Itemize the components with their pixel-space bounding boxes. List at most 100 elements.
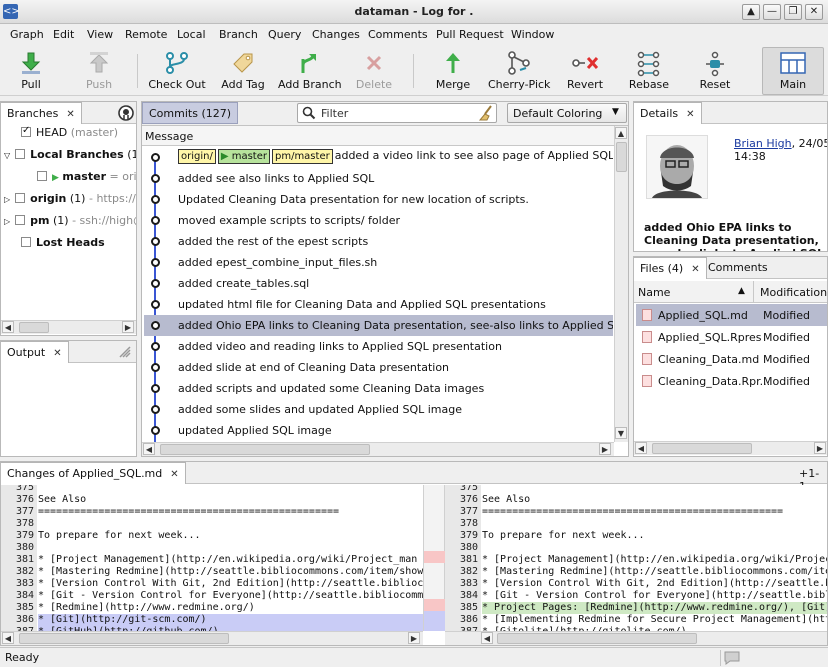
commit-row[interactable]: added slide at end of Cleaning Data pres… [144,357,613,378]
scroll-thumb[interactable] [616,142,627,172]
tree-item-pm[interactable]: ▷pm (1) - ssh://high@ [4,214,136,236]
tab-output[interactable]: Output ✕ [1,341,69,363]
tree-item-lost-heads[interactable]: Lost Heads [21,236,105,258]
checkbox[interactable] [21,237,31,247]
close-icon[interactable]: ✕ [686,109,694,120]
menu-changes[interactable]: Changes [312,28,360,41]
commit-row[interactable]: added create_tables.sql [144,273,613,294]
filter-input[interactable]: Filter [297,103,497,123]
menu-edit[interactable]: Edit [53,28,74,41]
file-row[interactable]: Applied_SQL.md Modified [636,304,827,326]
window-minimize-button[interactable]: — [763,4,781,20]
scroll-left-icon[interactable]: ◀ [2,632,14,644]
tab-commits[interactable]: Commits (127) [142,102,239,124]
diff-left-hscroll[interactable]: ◀ ▶ [1,631,423,645]
checkbox[interactable] [15,149,26,159]
file-row[interactable]: Applied_SQL.Rpres Modified [636,326,827,348]
push-button[interactable]: Push [78,46,120,96]
commit-row[interactable]: added Ohio EPA links to Cleaning Data pr… [144,315,613,336]
coloring-select[interactable]: Default Coloring ▼ [507,103,627,123]
menu-remote[interactable]: Remote [125,28,167,41]
menu-local[interactable]: Local [177,28,206,41]
menu-graph[interactable]: Graph [10,28,44,41]
window-maximize-button[interactable]: ❐ [784,4,802,20]
scroll-left-icon[interactable]: ◀ [481,632,493,644]
author-link[interactable]: Brian High [734,137,792,150]
tree-item-local-branches[interactable]: ▽Local Branches (1) [4,148,136,170]
commit-row[interactable]: origin/▶ master pm/master added a video li… [144,147,613,168]
scroll-right-icon[interactable]: ▶ [814,442,826,454]
close-icon[interactable]: ✕ [53,348,61,359]
merge-button[interactable]: Merge [434,46,472,96]
cherry-pick-button[interactable]: Cherry-Pick [488,46,550,96]
close-icon[interactable]: ✕ [691,264,699,275]
window-shade-button[interactable]: ▲ [742,4,760,20]
scroll-thumb[interactable] [652,443,752,454]
tab-details[interactable]: Details ✕ [634,102,702,124]
commit-row[interactable]: moved example scripts to scripts/ folder [144,210,613,231]
commits-vscroll[interactable]: ▲ ▼ [614,126,628,442]
scroll-left-icon[interactable]: ◀ [143,443,155,455]
broom-icon[interactable] [478,105,494,121]
menu-branch[interactable]: Branch [219,28,258,41]
diff-right-hscroll[interactable]: ◀ [445,631,827,645]
file-row[interactable]: Cleaning_Data.md Modified [636,348,827,370]
add-branch-button[interactable]: Add Branch [278,46,342,96]
files-hscroll[interactable]: ◀ ▶ [634,441,827,455]
scroll-right-icon[interactable]: ▶ [122,321,134,333]
scroll-thumb[interactable] [160,444,370,455]
commit-row[interactable]: added video and reading links to Applied… [144,336,613,357]
scroll-down-icon[interactable]: ▼ [615,427,627,439]
scroll-left-icon[interactable]: ◀ [2,321,14,333]
commit-row[interactable]: updated html file for Cleaning Data and … [144,294,613,315]
reset-button[interactable]: Reset [695,46,735,96]
github-icon[interactable] [118,105,134,121]
scroll-right-icon[interactable]: ▶ [599,443,611,455]
menu-pull-request[interactable]: Pull Request [436,28,504,41]
scroll-thumb[interactable] [19,633,229,644]
commit-row[interactable]: Updated Cleaning Data presentation for n… [144,189,613,210]
checkbox[interactable] [15,215,26,225]
commit-row[interactable]: added the rest of the epest scripts [144,231,613,252]
scroll-right-icon[interactable]: ▶ [408,632,420,644]
menu-comments[interactable]: Comments [368,28,428,41]
scroll-up-icon[interactable]: ▲ [615,127,627,139]
menu-query[interactable]: Query [268,28,301,41]
file-row[interactable]: Cleaning_Data.Rpr... Modified [636,370,827,392]
tree-item-master[interactable]: ▶ master = orig [37,170,136,192]
commit-row[interactable]: added some slides and updated Applied SQ… [144,399,613,420]
tree-item-head[interactable]: HEAD (master) [21,125,118,148]
add-tag-button[interactable]: Add Tag [220,46,266,96]
checkbox[interactable] [21,125,31,137]
scroll-thumb[interactable] [497,633,697,644]
ref-badge-master[interactable]: ▶ master [217,149,270,164]
ref-badge-pm[interactable]: pm/master [271,149,333,164]
menu-view[interactable]: View [87,28,113,41]
ref-badge-origin[interactable]: origin/ [178,149,216,164]
tab-branches[interactable]: Branches ✕ [1,102,82,124]
checkbox[interactable] [37,171,47,181]
column-modification[interactable]: Modification [755,281,827,303]
main-perspective-button[interactable]: Main [762,47,824,95]
commit-row[interactable]: added scripts and updated some Cleaning … [144,378,613,399]
menu-window[interactable]: Window [511,28,554,41]
close-icon[interactable]: ✕ [66,109,74,120]
expand-right-icon[interactable]: ▷ [4,217,10,226]
pull-button[interactable]: Pull [10,46,52,96]
commit-row[interactable]: updated Applied SQL image [144,420,613,441]
tab-comments[interactable]: Comments [702,257,774,279]
commits-column-header[interactable]: Message [142,126,614,146]
check-out-button[interactable]: Check Out [146,46,208,96]
expand-right-icon[interactable]: ▷ [4,195,10,204]
close-icon[interactable]: ✕ [170,469,178,480]
scroll-left-icon[interactable]: ◀ [635,442,647,454]
column-name[interactable]: Name ▲ [634,281,754,303]
tree-item-origin[interactable]: ▷origin (1) - https://gi [4,192,136,214]
checkbox[interactable] [15,193,26,203]
branches-hscroll[interactable]: ◀ ▶ [1,320,136,334]
delete-button[interactable]: Delete [354,46,394,96]
revert-button[interactable]: Revert [564,46,606,96]
tab-files[interactable]: Files (4) ✕ [634,257,707,279]
window-close-button[interactable]: ✕ [805,4,823,20]
scroll-thumb[interactable] [19,322,49,333]
